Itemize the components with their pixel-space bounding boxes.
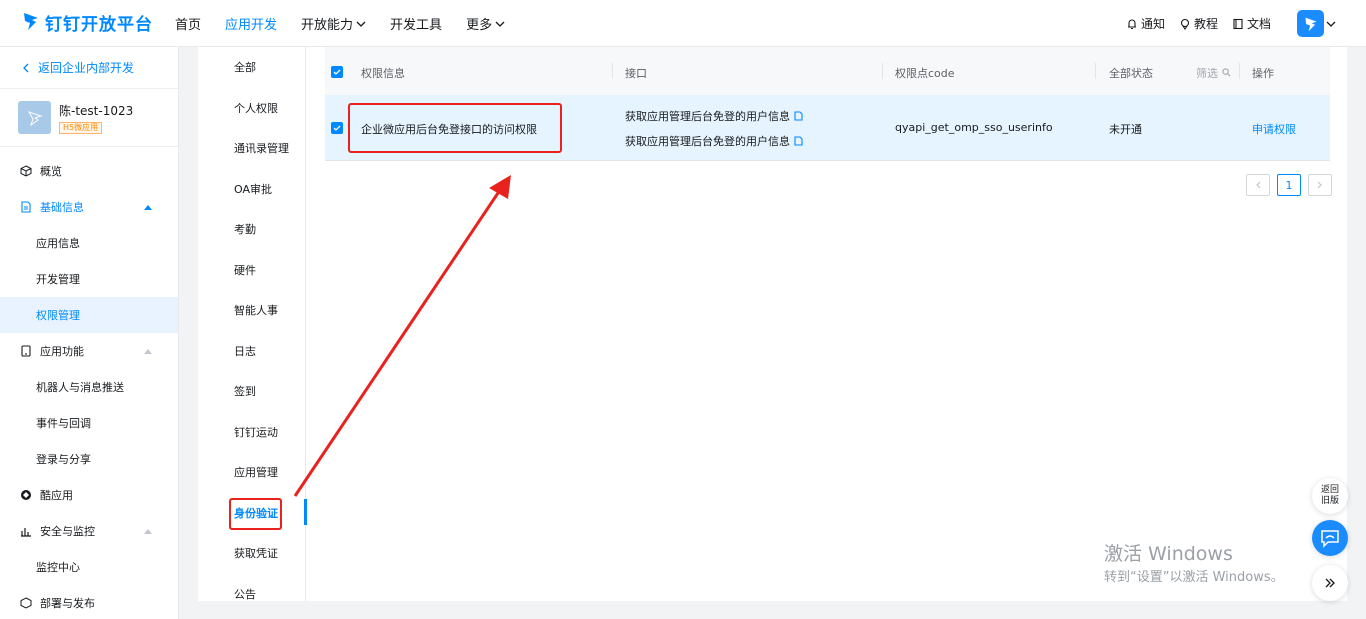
windows-activation-hint: 转到“设置”以激活 Windows。 [1104,570,1284,585]
expand-button[interactable] [1312,565,1348,601]
annotation-arrow [293,175,511,497]
windows-activation-title: 激活 Windows [1104,543,1233,565]
chat-assistant-button[interactable] [1312,520,1348,556]
double-chevron-right-icon [1325,578,1335,588]
return-old-version-button[interactable]: 返回旧版 [1312,478,1348,514]
old-version-label: 返回旧版 [1320,485,1339,506]
chat-bubble-icon [1321,530,1339,548]
